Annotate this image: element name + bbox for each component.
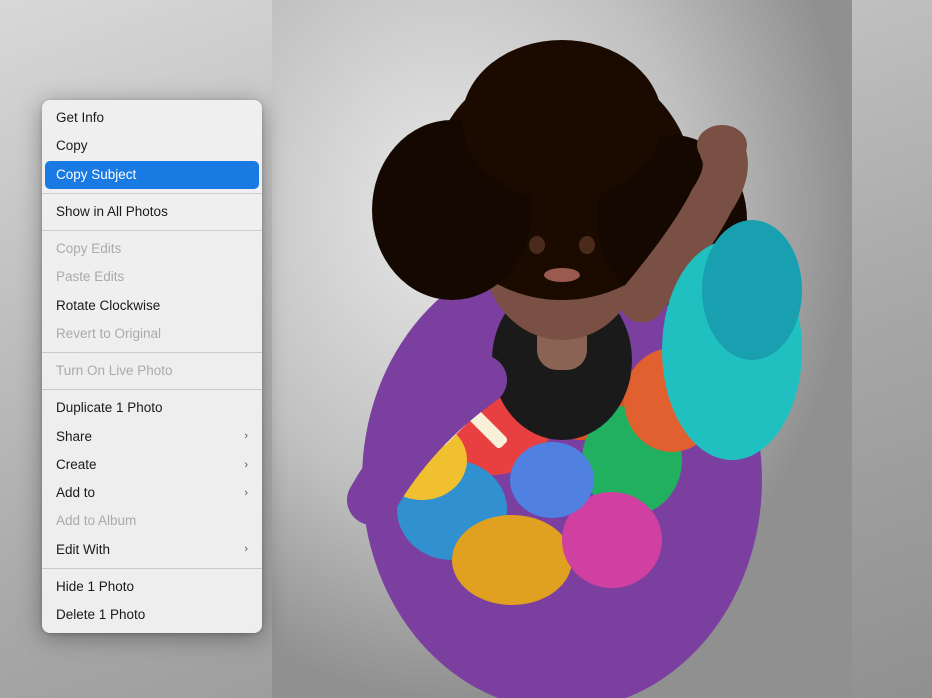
- menu-item-copy-subject[interactable]: Copy Subject: [45, 161, 259, 189]
- menu-label-create: Create: [56, 455, 97, 475]
- menu-item-add-to-album: Add to Album: [42, 507, 262, 535]
- menu-label-add-to-album: Add to Album: [56, 511, 136, 531]
- menu-item-create[interactable]: Create ›: [42, 451, 262, 479]
- menu-label-show-in-all-photos: Show in All Photos: [56, 202, 168, 222]
- menu-label-get-info: Get Info: [56, 108, 104, 128]
- menu-label-edit-with: Edit With: [56, 540, 110, 560]
- menu-item-copy[interactable]: Copy: [42, 132, 262, 160]
- menu-item-show-in-all-photos[interactable]: Show in All Photos: [42, 198, 262, 226]
- menu-item-copy-edits: Copy Edits: [42, 235, 262, 263]
- menu-label-copy-subject: Copy Subject: [56, 165, 136, 185]
- menu-item-paste-edits: Paste Edits: [42, 263, 262, 291]
- submenu-arrow-add-to: ›: [244, 485, 248, 502]
- menu-label-duplicate-photo: Duplicate 1 Photo: [56, 398, 163, 418]
- person-image: [272, 0, 852, 698]
- menu-label-share: Share: [56, 427, 92, 447]
- menu-item-turn-on-live-photo: Turn On Live Photo: [42, 357, 262, 385]
- submenu-arrow-create: ›: [244, 457, 248, 474]
- menu-item-rotate-clockwise[interactable]: Rotate Clockwise: [42, 292, 262, 320]
- menu-label-copy-edits: Copy Edits: [56, 239, 121, 259]
- separator-sep1: [42, 193, 262, 194]
- submenu-arrow-edit-with: ›: [244, 541, 248, 558]
- menu-label-revert-to-original: Revert to Original: [56, 324, 161, 344]
- menu-label-delete-photo: Delete 1 Photo: [56, 605, 145, 625]
- menu-item-add-to[interactable]: Add to ›: [42, 479, 262, 507]
- menu-item-share[interactable]: Share ›: [42, 423, 262, 451]
- submenu-arrow-share: ›: [244, 428, 248, 445]
- menu-label-copy: Copy: [56, 136, 88, 156]
- menu-label-add-to: Add to: [56, 483, 95, 503]
- menu-label-hide-photo: Hide 1 Photo: [56, 577, 134, 597]
- context-menu: Get Info Copy Copy Subject Show in All Phot…: [42, 100, 262, 633]
- menu-item-revert-to-original: Revert to Original: [42, 320, 262, 348]
- menu-item-duplicate-photo[interactable]: Duplicate 1 Photo: [42, 394, 262, 422]
- menu-item-edit-with[interactable]: Edit With ›: [42, 536, 262, 564]
- menu-item-hide-photo[interactable]: Hide 1 Photo: [42, 573, 262, 601]
- menu-item-get-info[interactable]: Get Info: [42, 104, 262, 132]
- menu-label-rotate-clockwise: Rotate Clockwise: [56, 296, 160, 316]
- menu-label-paste-edits: Paste Edits: [56, 267, 124, 287]
- separator-sep5: [42, 568, 262, 569]
- separator-sep4: [42, 389, 262, 390]
- menu-item-delete-photo[interactable]: Delete 1 Photo: [42, 601, 262, 629]
- separator-sep3: [42, 352, 262, 353]
- menu-label-turn-on-live-photo: Turn On Live Photo: [56, 361, 173, 381]
- separator-sep2: [42, 230, 262, 231]
